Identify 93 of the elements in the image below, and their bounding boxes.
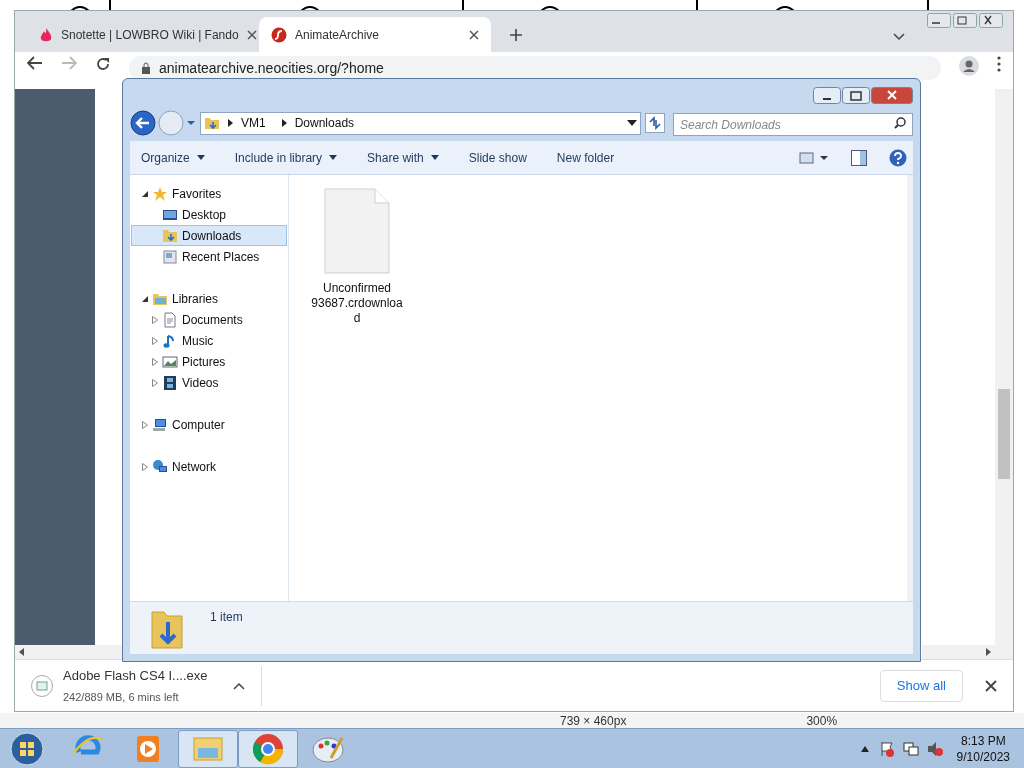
toolbar-button[interactable]: Slide show <box>468 148 527 167</box>
menu-icon[interactable] <box>997 56 1001 72</box>
search-icon <box>894 116 906 129</box>
tree-item[interactable]: Videos <box>131 372 287 393</box>
item-icon <box>162 248 178 265</box>
close-icon[interactable] <box>246 29 257 40</box>
show-hidden-icon[interactable] <box>860 745 869 752</box>
scrollbar-left-end[interactable] <box>15 645 122 659</box>
caret-icon <box>329 155 338 160</box>
lock-icon <box>141 62 151 74</box>
tree-item[interactable]: Desktop <box>131 204 287 225</box>
toolbar-button[interactable]: New folder <box>556 148 615 167</box>
item-icon <box>152 458 168 475</box>
minimize-button[interactable] <box>813 87 841 104</box>
tree-item[interactable]: Music <box>131 330 287 351</box>
toolbar-button[interactable]: Include in library <box>234 148 338 167</box>
tree-item[interactable]: Recent Places <box>131 246 287 267</box>
flash-icon <box>271 26 287 43</box>
tree-item[interactable]: Computer <box>131 414 287 435</box>
collapsed-icon[interactable] <box>152 315 158 324</box>
help-icon[interactable] <box>889 148 907 167</box>
network-icon[interactable] <box>902 740 919 757</box>
minimize-button[interactable] <box>927 13 951 28</box>
caret-icon <box>430 155 439 160</box>
breadcrumb-item[interactable]: Downloads <box>294 114 355 132</box>
close-button[interactable] <box>871 87 913 104</box>
chevron-up-icon[interactable] <box>233 681 245 690</box>
collapsed-icon[interactable] <box>152 378 158 387</box>
back-icon[interactable] <box>130 110 156 136</box>
item-icon <box>152 416 168 433</box>
zoom-level-text: 300% <box>806 712 838 730</box>
close-icon[interactable] <box>985 679 997 692</box>
tree-item[interactable]: Documents <box>131 309 287 330</box>
tree-item[interactable]: Network <box>131 456 287 477</box>
dropdown-icon[interactable] <box>627 120 637 126</box>
back-icon[interactable] <box>27 56 43 70</box>
item-icon <box>162 374 178 391</box>
collapsed-icon[interactable] <box>142 462 148 471</box>
address-bar[interactable]: animatearchive.neocities.org/?home <box>129 56 941 80</box>
tree-item[interactable]: Favorites <box>131 183 287 204</box>
collapsed-icon[interactable] <box>152 336 158 345</box>
breadcrumb-item[interactable]: VM1 <box>241 114 266 132</box>
document-icon <box>323 187 391 275</box>
tree-item[interactable]: Libraries <box>131 288 287 309</box>
caret-icon <box>196 155 205 160</box>
file-item[interactable]: Unconfirmed 93687.crdownload <box>309 187 405 326</box>
scrollbar-right-end[interactable] <box>922 645 1013 659</box>
arrow-right-icon <box>228 119 233 127</box>
image-size-text: 739 × 460px <box>560 712 627 730</box>
download-progress-text: 242/889 MB, 6 mins left <box>63 690 180 705</box>
close-icon[interactable] <box>469 29 479 40</box>
tree-item[interactable]: Pictures <box>131 351 287 372</box>
item-icon <box>162 227 178 244</box>
address-bar[interactable]: VM1 Downloads <box>200 111 641 135</box>
show-all-button[interactable]: Show all <box>879 669 963 702</box>
tab-title: Snotette | LOWBRO Wiki | Fando <box>61 26 239 44</box>
scrollbar[interactable] <box>995 89 1013 645</box>
folder-icon <box>150 608 184 650</box>
arrow-right-icon <box>281 119 287 127</box>
expanded-icon[interactable] <box>142 295 148 302</box>
taskbar-button[interactable] <box>238 729 298 768</box>
profile-icon[interactable] <box>959 56 979 76</box>
flame-icon <box>39 26 53 43</box>
folder-icon <box>204 116 220 130</box>
refresh-icon[interactable] <box>645 113 665 133</box>
view-icon[interactable] <box>799 150 829 165</box>
browser-tab[interactable]: Snotette | LOWBRO Wiki | Fando <box>27 17 259 52</box>
toolbar-button[interactable]: Organize <box>141 148 205 167</box>
clock[interactable]: 8:13 PM 9/10/2023 <box>956 732 1010 765</box>
item-icon <box>162 311 178 328</box>
close-button[interactable] <box>979 13 1003 28</box>
new-tab-icon[interactable] <box>509 28 523 42</box>
maximize-button[interactable] <box>842 87 870 104</box>
collapsed-icon[interactable] <box>142 420 148 429</box>
item-count: 1 item <box>210 609 243 626</box>
tree-item[interactable]: Downloads <box>131 225 287 246</box>
search-field[interactable]: Search Downloads <box>673 113 913 136</box>
item-icon <box>162 353 178 370</box>
download-file-name[interactable]: Adobe Flash CS4 I....exe <box>63 665 213 685</box>
reload-icon[interactable] <box>95 56 111 72</box>
flag-icon[interactable] <box>878 740 895 757</box>
file-icon <box>31 674 53 697</box>
browser-tab[interactable]: AnimateArchive <box>259 17 491 52</box>
preview-pane-icon[interactable] <box>851 149 867 166</box>
toolbar-button[interactable]: Share with <box>367 148 439 167</box>
url-text: animatearchive.neocities.org/?home <box>159 58 384 78</box>
collapsed-icon[interactable] <box>152 357 158 366</box>
caret-icon[interactable] <box>186 119 196 127</box>
expanded-icon[interactable] <box>142 190 148 197</box>
chevron-down-icon[interactable] <box>893 33 905 41</box>
item-icon <box>152 185 168 202</box>
volume-muted-icon[interactable] <box>926 740 943 757</box>
tab-title: AnimateArchive <box>295 26 381 44</box>
